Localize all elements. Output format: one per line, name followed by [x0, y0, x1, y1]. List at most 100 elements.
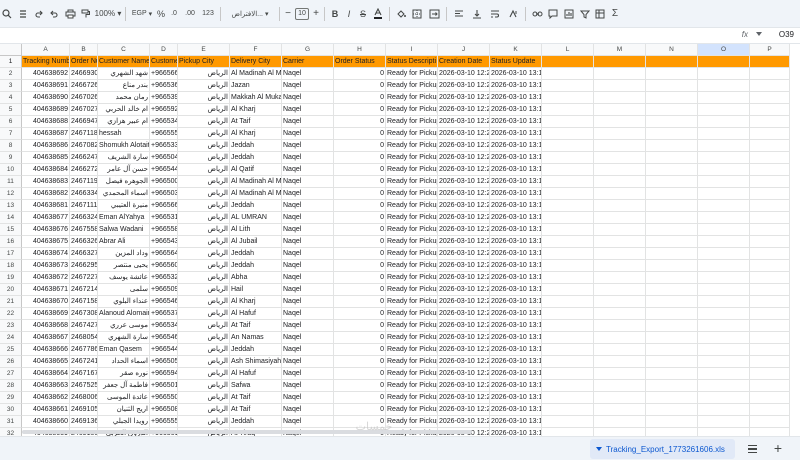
- table-cell[interactable]: 0: [334, 356, 386, 368]
- table-cell[interactable]: [698, 92, 750, 104]
- table-cell[interactable]: 2026-03-10 13:1: [490, 356, 542, 368]
- table-cell[interactable]: 0: [334, 116, 386, 128]
- row-header[interactable]: 21: [0, 296, 22, 308]
- table-cell[interactable]: [646, 392, 698, 404]
- table-cell[interactable]: +966533: [150, 140, 178, 152]
- table-cell[interactable]: [750, 260, 790, 272]
- header-cell[interactable]: [750, 56, 790, 68]
- table-cell[interactable]: Ready for Pickup: [386, 260, 438, 272]
- table-cell[interactable]: +966558: [150, 224, 178, 236]
- row-header[interactable]: 25: [0, 344, 22, 356]
- decrease-decimal[interactable]: .0: [167, 5, 181, 23]
- table-cell[interactable]: Naqel: [282, 320, 334, 332]
- table-cell[interactable]: 0: [334, 368, 386, 380]
- table-cell[interactable]: Naqel: [282, 212, 334, 224]
- table-cell[interactable]: رمان محمد: [98, 92, 150, 104]
- redo-icon[interactable]: [32, 5, 46, 23]
- font-size-increase[interactable]: +: [311, 5, 321, 23]
- table-cell[interactable]: [646, 224, 698, 236]
- table-cell[interactable]: [594, 284, 646, 296]
- table-cell[interactable]: سارة الشريف: [98, 152, 150, 164]
- table-cell[interactable]: [542, 296, 594, 308]
- table-cell[interactable]: 2026-03-10 13:1: [490, 92, 542, 104]
- header-cell[interactable]: Status Descripti: [386, 56, 438, 68]
- table-cell[interactable]: 0: [334, 344, 386, 356]
- table-cell[interactable]: [698, 104, 750, 116]
- table-cell[interactable]: 404638691: [22, 80, 70, 92]
- fill-color-icon[interactable]: [393, 5, 409, 23]
- column-header-j[interactable]: J: [438, 44, 490, 56]
- table-cell[interactable]: 0: [334, 272, 386, 284]
- table-cell[interactable]: 404638674: [22, 248, 70, 260]
- table-cell[interactable]: Naqel: [282, 368, 334, 380]
- table-cell[interactable]: 2466726: [70, 80, 98, 92]
- table-cell[interactable]: الرياض: [178, 284, 230, 296]
- table-cell[interactable]: اسماء الحداد: [98, 356, 150, 368]
- table-cell[interactable]: 2026-03-10 12:2: [438, 224, 490, 236]
- table-cell[interactable]: [698, 128, 750, 140]
- table-cell[interactable]: 2026-03-10 13:1: [490, 236, 542, 248]
- table-cell[interactable]: Naqel: [282, 80, 334, 92]
- table-cell[interactable]: [750, 308, 790, 320]
- table-cell[interactable]: [646, 428, 698, 436]
- table-cell[interactable]: الرياض: [178, 200, 230, 212]
- table-cell[interactable]: 2026-03-10 13:1: [490, 320, 542, 332]
- table-cell[interactable]: الرياض: [178, 308, 230, 320]
- table-cell[interactable]: 404638676: [22, 224, 70, 236]
- column-header-o[interactable]: O: [698, 44, 750, 56]
- table-cell[interactable]: 2026-03-10 13:1: [490, 344, 542, 356]
- table-cell[interactable]: Ready for Pickup: [386, 380, 438, 392]
- row-header[interactable]: 1: [0, 56, 22, 68]
- table-cell[interactable]: 2467525: [70, 380, 98, 392]
- table-cell[interactable]: 2026-03-10 13:1: [490, 272, 542, 284]
- table-cell[interactable]: 2467214: [70, 284, 98, 296]
- table-cell[interactable]: 404638662: [22, 392, 70, 404]
- table-cell[interactable]: [750, 296, 790, 308]
- table-cell[interactable]: Ready for Pickup: [386, 104, 438, 116]
- table-cell[interactable]: [542, 188, 594, 200]
- table-cell[interactable]: Naqel: [282, 176, 334, 188]
- table-cell[interactable]: +966534: [150, 320, 178, 332]
- table-cell[interactable]: 2467082: [70, 140, 98, 152]
- table-cell[interactable]: 404638677: [22, 212, 70, 224]
- sheet-tab[interactable]: Tracking_Export_1773261606.xls: [590, 439, 735, 459]
- table-cell[interactable]: [542, 68, 594, 80]
- table-cell[interactable]: [750, 380, 790, 392]
- table-cell[interactable]: [646, 212, 698, 224]
- table-cell[interactable]: Al Madinah Al M: [230, 176, 282, 188]
- table-cell[interactable]: Naqel: [282, 284, 334, 296]
- row-header[interactable]: 31: [0, 416, 22, 428]
- table-cell[interactable]: [594, 344, 646, 356]
- table-cell[interactable]: يحيى منتصر: [98, 260, 150, 272]
- table-cell[interactable]: الرياض: [178, 248, 230, 260]
- table-cell[interactable]: 2026-03-10 13:1: [490, 164, 542, 176]
- name-box[interactable]: O39: [779, 30, 794, 39]
- table-cell[interactable]: Naqel: [282, 152, 334, 164]
- table-cell[interactable]: Hail: [230, 284, 282, 296]
- table-cell[interactable]: [646, 176, 698, 188]
- text-color-icon[interactable]: [370, 5, 386, 23]
- table-cell[interactable]: [542, 128, 594, 140]
- table-cell[interactable]: الرياض: [178, 332, 230, 344]
- table-cell[interactable]: +966555: [150, 416, 178, 428]
- table-cell[interactable]: اريج الثنيان: [98, 404, 150, 416]
- table-cell[interactable]: [542, 248, 594, 260]
- table-cell[interactable]: 2026-03-10 12:2: [438, 344, 490, 356]
- table-cell[interactable]: +966544: [150, 344, 178, 356]
- increase-decimal[interactable]: .00: [181, 5, 199, 23]
- table-cell[interactable]: Al Lith: [230, 224, 282, 236]
- table-cell[interactable]: [542, 272, 594, 284]
- table-cell[interactable]: [646, 248, 698, 260]
- table-cell[interactable]: [750, 344, 790, 356]
- table-cell[interactable]: الرياض: [178, 188, 230, 200]
- table-cell[interactable]: 2026-03-10 12:2: [438, 356, 490, 368]
- table-cell[interactable]: 2026-03-10 12:2: [438, 284, 490, 296]
- table-cell[interactable]: 2026-03-10 12:2: [438, 128, 490, 140]
- borders-icon[interactable]: [409, 5, 425, 23]
- table-cell[interactable]: [646, 164, 698, 176]
- table-cell[interactable]: 2026-03-10 13:1: [490, 380, 542, 392]
- filter-icon[interactable]: [577, 5, 593, 23]
- table-cell[interactable]: Ready for Pickup: [386, 344, 438, 356]
- table-cell[interactable]: [698, 200, 750, 212]
- table-cell[interactable]: +966500: [150, 176, 178, 188]
